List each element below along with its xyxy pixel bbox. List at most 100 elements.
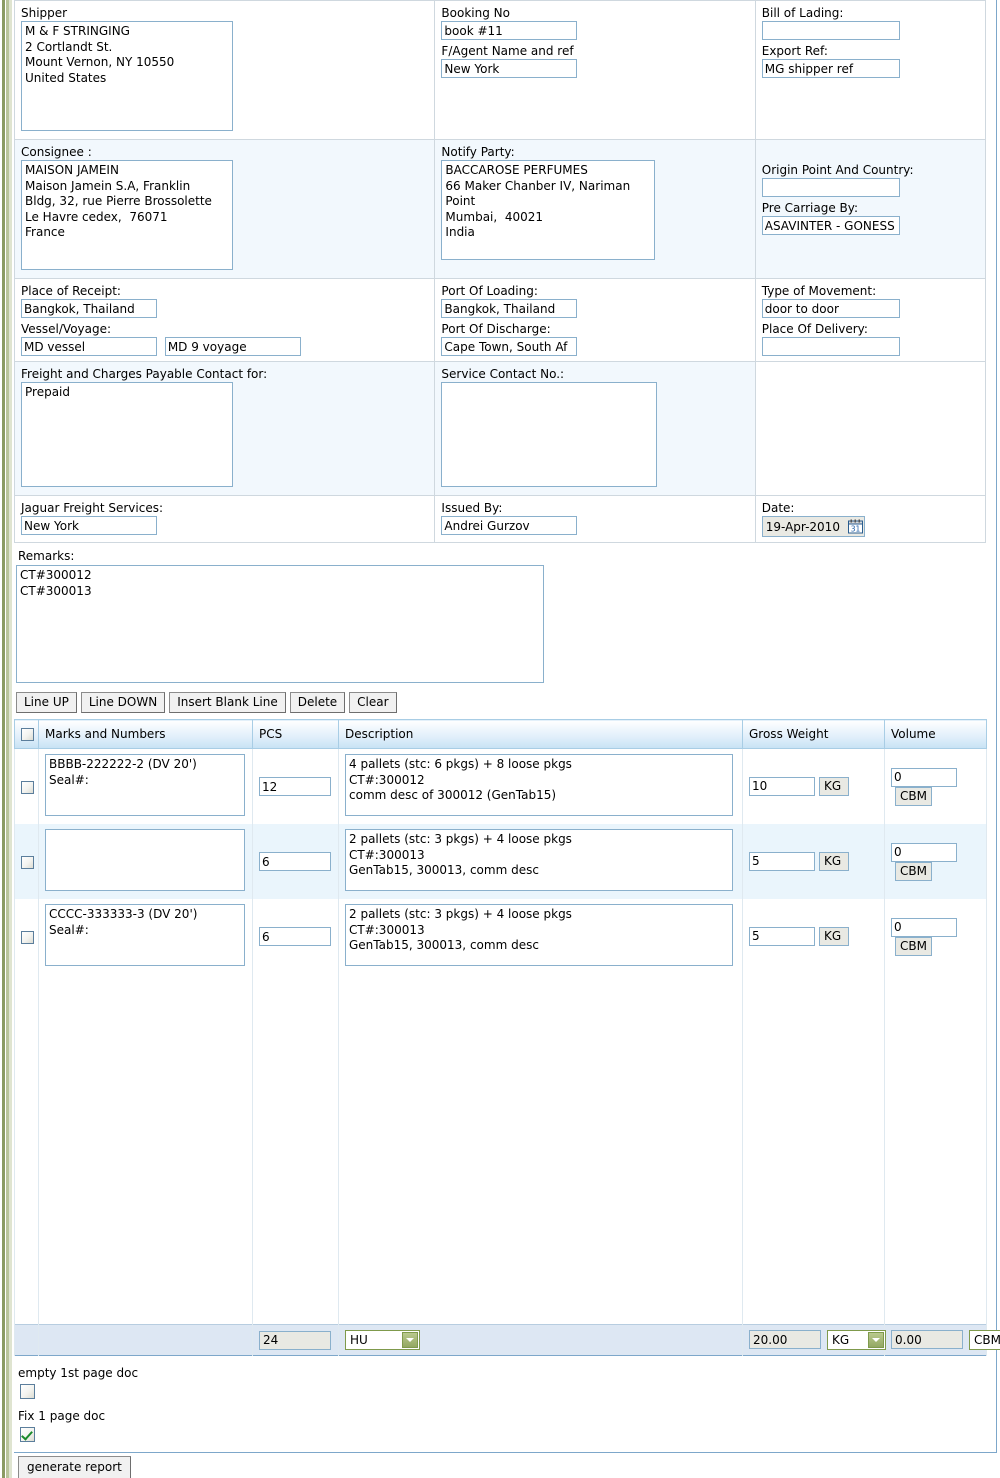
marks-and-numbers-input[interactable] <box>45 754 245 816</box>
jaguar-freight-input[interactable] <box>21 516 157 535</box>
shipment-header-grid: Shipper Booking No F/Agent Name and ref … <box>13 0 987 543</box>
pcs-input[interactable] <box>259 852 331 871</box>
pre-carriage-label: Pre Carriage By: <box>761 201 859 215</box>
total-gross-weight-value <box>749 1330 821 1349</box>
volume-unit-select[interactable]: CBM <box>969 1330 1000 1350</box>
marks-and-numbers-input[interactable] <box>45 829 245 891</box>
origin-point-input[interactable] <box>761 178 900 197</box>
column-header-volume: Volume <box>884 719 987 749</box>
gross-weight-input[interactable] <box>749 776 815 796</box>
table-row: KG CBM <box>14 824 987 899</box>
fix-one-page-checkbox[interactable] <box>20 1427 35 1442</box>
table-row: KG CBM <box>14 899 987 974</box>
place-of-receipt-label: Place of Receipt: <box>21 284 121 298</box>
pcs-unit-select[interactable]: HU <box>345 1330 420 1350</box>
volume-input[interactable] <box>891 917 957 937</box>
place-of-receipt-input[interactable] <box>21 299 157 318</box>
gross-weight-unit: KG <box>819 852 849 872</box>
bill-of-lading-form-page: Shipper Booking No F/Agent Name and ref … <box>0 0 1000 1478</box>
date-cell: Date: 19-Apr-2010 31 <box>754 495 987 543</box>
line-up-button[interactable]: Line UP <box>16 692 77 713</box>
gross-weight-input[interactable] <box>749 851 815 871</box>
jaguar-freight-cell: Jaguar Freight Services: <box>13 495 436 543</box>
description-input[interactable] <box>345 904 733 966</box>
fagent-name-ref-input[interactable] <box>441 59 578 78</box>
shipper-address-input[interactable] <box>21 21 233 131</box>
header-row-routing: Place of Receipt: Vessel/Voyage: Port Of… <box>13 278 987 362</box>
freight-charges-input[interactable] <box>21 382 233 487</box>
header-row-issue: Jaguar Freight Services: Issued By: Date… <box>13 495 987 543</box>
report-options: empty 1st page doc Fix 1 page doc genera… <box>16 1366 986 1478</box>
consignee-cell: Consignee : <box>13 139 436 279</box>
port-of-loading-input[interactable] <box>441 299 578 318</box>
select-all-checkbox[interactable] <box>21 728 34 741</box>
export-ref-input[interactable] <box>761 59 900 78</box>
column-header-marks: Marks and Numbers <box>38 719 253 749</box>
volume-unit: CBM <box>895 861 932 881</box>
fix-one-page-label: Fix 1 page doc <box>18 1409 106 1423</box>
volume-input[interactable] <box>891 842 957 862</box>
column-header-description: Description <box>338 719 743 749</box>
origin-point-cell: Origin Point And Country: Pre Carriage B… <box>754 139 987 279</box>
notify-party-label: Notify Party: <box>441 145 515 159</box>
pcs-unit-value: HU <box>350 1333 368 1347</box>
issued-by-cell: Issued By: <box>434 495 756 543</box>
generate-report-button[interactable]: generate report <box>18 1456 131 1478</box>
gross-weight-unit: KG <box>819 927 849 947</box>
remarks-input[interactable] <box>16 565 544 683</box>
consignee-address-input[interactable] <box>21 160 233 270</box>
notify-party-cell: Notify Party: <box>434 139 756 279</box>
volume-input[interactable] <box>891 767 957 787</box>
booking-no-input[interactable] <box>441 21 578 40</box>
marks-and-numbers-input[interactable] <box>45 904 245 966</box>
remarks-label: Remarks: <box>18 549 75 563</box>
bill-of-lading-input[interactable] <box>761 21 900 40</box>
place-of-delivery-input[interactable] <box>761 337 900 356</box>
port-of-discharge-input[interactable] <box>441 337 578 356</box>
type-of-movement-label: Type of Movement: <box>761 284 877 298</box>
description-input[interactable] <box>345 829 733 891</box>
total-pcs-value <box>259 1330 331 1350</box>
empty-first-page-checkbox[interactable] <box>20 1384 35 1399</box>
volume-unit-value: CBM <box>974 1333 1000 1347</box>
chevron-down-icon[interactable] <box>868 1332 884 1348</box>
voyage-input[interactable] <box>164 337 301 356</box>
pcs-input[interactable] <box>259 927 331 946</box>
pre-carriage-by-input[interactable] <box>761 216 900 235</box>
service-contact-input[interactable] <box>441 382 658 487</box>
volume-unit: CBM <box>895 786 932 806</box>
header-row-freight: Freight and Charges Payable Contact for:… <box>13 361 987 496</box>
port-of-loading-label: Port Of Loading: <box>441 284 538 298</box>
row-select-checkbox[interactable] <box>21 855 34 869</box>
chevron-down-icon[interactable] <box>402 1332 418 1348</box>
delete-button[interactable]: Delete <box>289 692 346 713</box>
row-select-checkbox[interactable] <box>21 780 34 794</box>
insert-blank-line-button[interactable]: Insert Blank Line <box>169 692 286 713</box>
cargo-totals-row: HU KG CBM <box>14 1324 1000 1356</box>
vessel-input[interactable] <box>21 337 157 356</box>
issued-by-input[interactable] <box>441 516 578 535</box>
pcs-input[interactable] <box>259 777 331 796</box>
calendar-icon[interactable]: 31 <box>847 518 864 535</box>
clear-button[interactable]: Clear <box>349 692 397 713</box>
gross-weight-input[interactable] <box>749 926 815 946</box>
notify-party-input[interactable] <box>441 160 656 260</box>
row-select-checkbox[interactable] <box>21 930 34 944</box>
select-all-header <box>14 719 39 749</box>
date-field[interactable]: 19-Apr-2010 31 <box>761 516 865 537</box>
issued-by-label: Issued By: <box>441 501 503 515</box>
column-header-gross-weight: Gross Weight <box>742 719 885 749</box>
shipper-label: Shipper <box>21 6 68 20</box>
gross-weight-unit-select[interactable]: KG <box>827 1330 886 1350</box>
place-of-delivery-label: Place Of Delivery: <box>761 322 868 336</box>
date-value: 19-Apr-2010 <box>765 520 840 534</box>
booking-no-label: Booking No <box>441 6 510 20</box>
type-of-movement-input[interactable] <box>761 299 900 318</box>
line-down-button[interactable]: Line DOWN <box>80 692 166 713</box>
gross-weight-unit-value: KG <box>832 1333 850 1347</box>
total-volume-value <box>891 1330 963 1349</box>
description-input[interactable] <box>345 754 733 816</box>
line-toolbar: Line UP Line DOWN Insert Blank Line Delete C… <box>16 692 986 713</box>
freight-charges-label: Freight and Charges Payable Contact for: <box>21 367 268 381</box>
export-ref-label: Export Ref: <box>761 44 828 58</box>
